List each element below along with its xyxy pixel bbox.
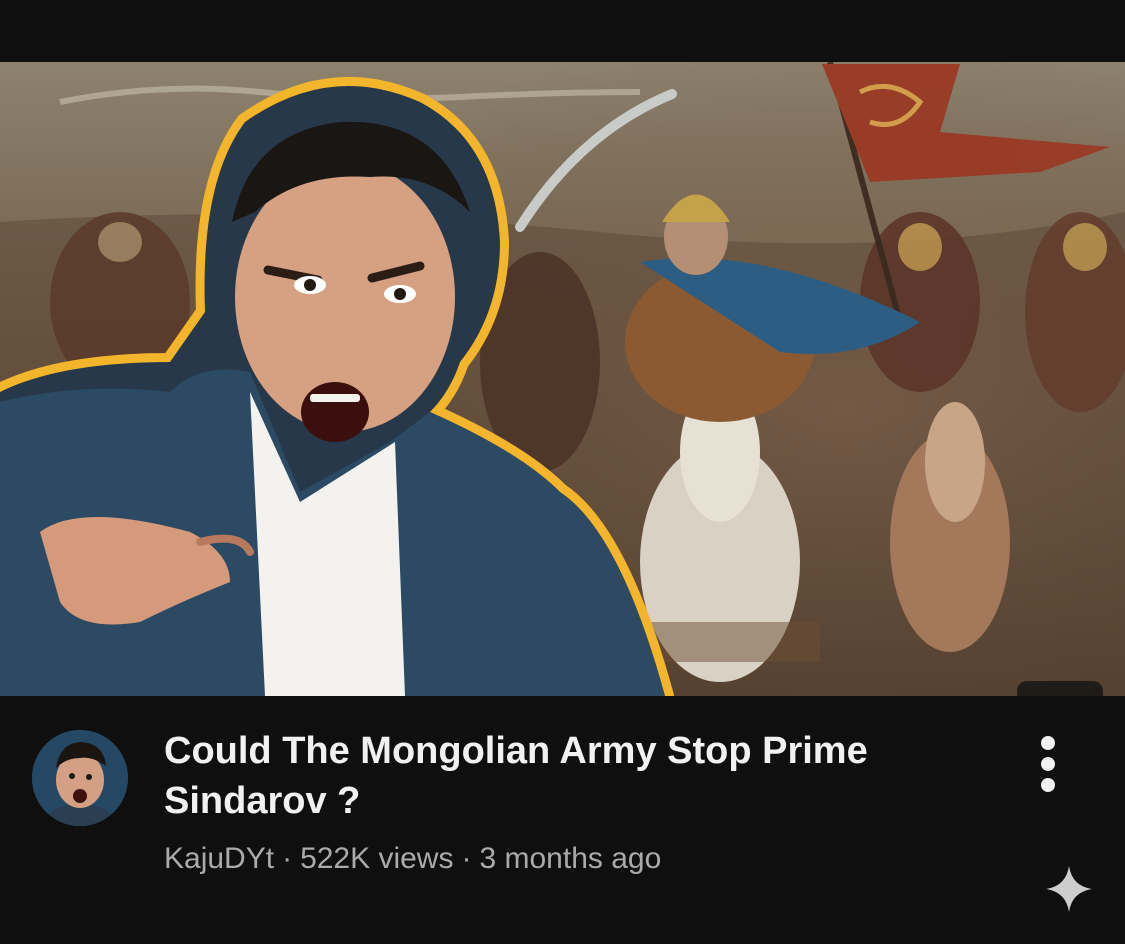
channel-avatar[interactable] [32,730,128,826]
separator: · [461,842,472,875]
separator: · [282,842,293,875]
upload-age: 3 months ago [479,842,662,875]
more-vertical-icon [1041,757,1055,771]
channel-name[interactable]: KajuDYt [164,842,274,875]
more-vertical-icon [1041,736,1055,750]
video-metadata: KajuDYt · 522K views · 3 months ago [164,842,661,876]
more-options-button[interactable] [1026,736,1070,792]
top-bar [0,0,1125,62]
avatar-image [32,730,128,826]
view-count: 522K views [300,842,454,875]
sparkle-icon [1046,866,1092,912]
thumbnail-artwork [0,62,1125,696]
video-thumbnail[interactable]: 2:19 [0,62,1125,696]
video-title[interactable]: Could The Mongolian Army Stop Prime Sind… [164,726,984,826]
video-meta-row: Could The Mongolian Army Stop Prime Sind… [0,696,1125,944]
duration-badge: 2:19 [1016,681,1103,696]
more-vertical-icon [1041,778,1055,792]
